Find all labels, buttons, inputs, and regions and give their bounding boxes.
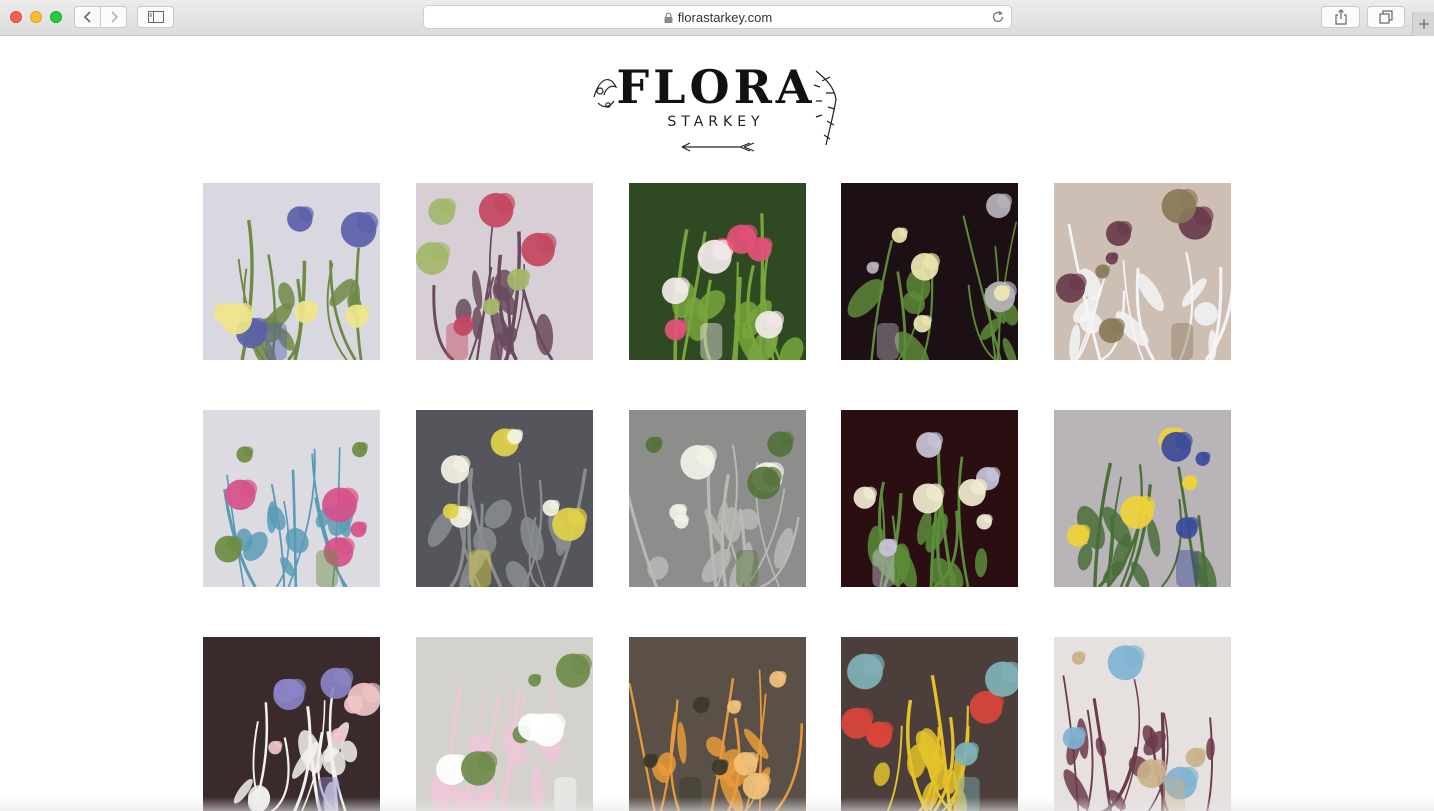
- gallery-photo[interactable]: [628, 637, 806, 811]
- forward-button[interactable]: [100, 6, 127, 28]
- close-window-button[interactable]: [10, 11, 22, 23]
- reload-icon[interactable]: [991, 10, 1005, 24]
- gallery-photo[interactable]: [841, 410, 1019, 587]
- flower-photo-image: [1054, 410, 1231, 587]
- bottom-fade: [0, 797, 1434, 811]
- flower-photo-image: [628, 410, 806, 587]
- flower-photo-image: [628, 183, 806, 360]
- gallery-photo[interactable]: [1054, 637, 1231, 811]
- gallery-photo[interactable]: [415, 410, 593, 587]
- gallery-photo[interactable]: [203, 183, 380, 360]
- gallery-photo[interactable]: [841, 637, 1019, 811]
- address-bar[interactable]: florastarkey.com: [423, 5, 1012, 29]
- sidebar-toggle-button[interactable]: [137, 6, 174, 28]
- gallery-photo[interactable]: [203, 410, 380, 587]
- browser-window: florastarkey.com FLORA STARKEY: [0, 0, 1434, 811]
- flower-photo-image: [841, 637, 1019, 811]
- chevron-left-icon: [83, 11, 91, 23]
- flower-photo-image: [415, 410, 593, 587]
- flower-photo-image: [203, 183, 380, 360]
- flower-photo-image: [1054, 183, 1231, 360]
- flower-photo-image: [1054, 637, 1231, 811]
- browser-toolbar: florastarkey.com: [0, 0, 1434, 36]
- tabs-icon: [1379, 10, 1393, 24]
- zoom-window-button[interactable]: [50, 11, 62, 23]
- flower-photo-image: [415, 637, 593, 811]
- minimize-window-button[interactable]: [30, 11, 42, 23]
- new-tab-button[interactable]: [1412, 12, 1434, 36]
- share-button[interactable]: [1321, 6, 1360, 28]
- gallery-photo[interactable]: [628, 183, 806, 360]
- show-tabs-button[interactable]: [1367, 6, 1405, 28]
- site-logo[interactable]: FLORA STARKEY: [590, 57, 842, 157]
- back-button[interactable]: [74, 6, 101, 28]
- chevron-right-icon: [110, 11, 118, 23]
- logo-subtitle: STARKEY: [667, 114, 765, 130]
- lock-icon: [664, 11, 673, 23]
- flower-photo-image: [841, 410, 1019, 587]
- gallery-photo[interactable]: [628, 410, 806, 587]
- flower-photo-image: [628, 637, 806, 811]
- gallery-photo[interactable]: [415, 637, 593, 811]
- gallery-photo[interactable]: [203, 637, 380, 811]
- logo-title: FLORA: [616, 60, 816, 114]
- plus-icon: [1418, 19, 1429, 29]
- gallery-photo[interactable]: [841, 183, 1019, 360]
- url-text: florastarkey.com: [677, 9, 773, 25]
- flower-photo-image: [203, 637, 380, 811]
- gallery-photo[interactable]: [1054, 183, 1231, 360]
- flower-photo-image: [203, 410, 380, 587]
- share-icon: [1334, 9, 1347, 25]
- gallery-photo[interactable]: [1054, 410, 1231, 587]
- gallery-photo[interactable]: [415, 183, 593, 360]
- sidebar-icon: [147, 11, 164, 23]
- flower-photo-image: [841, 183, 1019, 360]
- flower-photo-image: [415, 183, 593, 360]
